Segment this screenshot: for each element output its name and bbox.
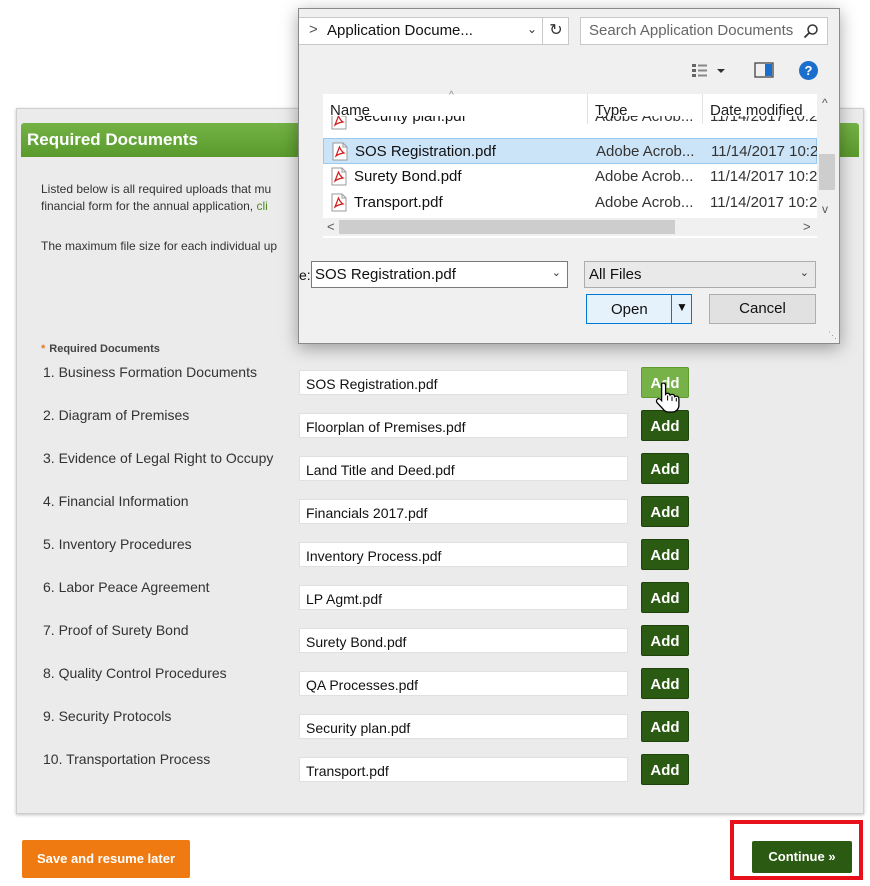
view-options-icon[interactable] <box>691 61 727 79</box>
intro-line-2: financial form for the annual applicatio… <box>41 199 257 213</box>
file-name: Security plan.pdf <box>354 116 466 125</box>
file-date: 11/14/2017 10:2 <box>711 143 819 160</box>
scroll-down-icon[interactable]: v <box>822 202 828 216</box>
document-file-field[interactable]: SOS Registration.pdf <box>299 370 628 395</box>
file-type-filter[interactable]: All Files ⌄ <box>584 261 816 288</box>
search-input[interactable]: Search Application Documents <box>580 17 828 45</box>
open-label: Open <box>611 301 648 318</box>
file-row[interactable]: SOS Registration.pdf Adobe Acrob... 11/14/… <box>323 138 819 164</box>
address-bar[interactable]: > Application Docume... ⌄ <box>299 17 569 45</box>
open-split-divider <box>671 295 672 323</box>
add-document-button[interactable]: Add <box>641 711 689 742</box>
open-dropdown-icon[interactable]: ▼ <box>676 300 688 314</box>
add-document-button[interactable]: Add <box>641 496 689 527</box>
pdf-file-icon <box>331 193 347 212</box>
required-label-text: Required Documents <box>49 343 160 355</box>
help-icon[interactable]: ? <box>799 61 818 80</box>
document-file-field[interactable]: Inventory Process.pdf <box>299 542 628 567</box>
required-star: * <box>41 343 46 355</box>
document-label: 4. Financial Information <box>43 493 189 509</box>
filter-value: All Files <box>589 266 642 283</box>
document-file-field[interactable]: Transport.pdf <box>299 757 628 782</box>
document-label: 2. Diagram of Premises <box>43 407 190 423</box>
document-label: 10. Transportation Process <box>43 751 211 767</box>
file-name: Surety Bond.pdf <box>354 168 462 185</box>
document-label: 1. Business Formation Documents <box>43 364 257 380</box>
file-name: Transport.pdf <box>354 194 443 211</box>
filename-value: SOS Registration.pdf <box>315 266 456 283</box>
scroll-up-icon[interactable]: ^ <box>822 96 828 110</box>
document-label: 8. Quality Control Procedures <box>43 665 227 681</box>
document-file-field[interactable]: Floorplan of Premises.pdf <box>299 413 628 438</box>
file-list: ^ Name Type Date modified Security plan.… <box>323 90 819 238</box>
vertical-scrollbar[interactable]: ^ v <box>817 94 837 224</box>
add-document-button[interactable]: Add <box>641 410 689 441</box>
file-row[interactable]: Transport.pdf Adobe Acrob... 11/14/2017 10… <box>323 190 817 216</box>
document-file-field[interactable]: Land Title and Deed.pdf <box>299 456 628 481</box>
horizontal-scrollbar[interactable]: < > <box>323 218 817 236</box>
document-label: 6. Labor Peace Agreement <box>43 579 210 595</box>
hand-cursor-icon <box>655 382 680 413</box>
file-type: Adobe Acrob... <box>595 168 694 185</box>
horizontal-scroll-thumb[interactable] <box>339 220 675 234</box>
add-document-button[interactable]: Add <box>641 582 689 613</box>
cancel-button[interactable]: Cancel <box>709 294 816 324</box>
add-document-button[interactable]: Add <box>641 453 689 484</box>
file-type: Adobe Acrob... <box>595 116 694 125</box>
document-file-field[interactable]: Security plan.pdf <box>299 714 628 739</box>
intro-text: Listed below is all required uploads tha… <box>41 181 301 215</box>
scroll-left-icon[interactable]: < <box>327 218 335 236</box>
preview-pane-icon[interactable] <box>754 61 774 79</box>
refresh-icon[interactable]: ↻ <box>542 17 569 45</box>
document-label: 3. Evidence of Legal Right to Occupy <box>43 450 274 466</box>
address-dropdown-icon[interactable]: ⌄ <box>527 22 537 36</box>
intro-line-1: Listed below is all required uploads tha… <box>41 182 272 196</box>
document-file-field[interactable]: QA Processes.pdf <box>299 671 628 696</box>
filename-label: e: <box>299 267 311 283</box>
continue-highlight-box <box>730 820 863 880</box>
file-date: 11/14/2017 10:2 <box>710 194 818 211</box>
required-documents-label: * Required Documents <box>41 343 160 355</box>
file-date: 11/14/2017 10:2 <box>710 168 818 185</box>
document-file-field[interactable]: Financials 2017.pdf <box>299 499 628 524</box>
save-and-resume-button[interactable]: Save and resume later <box>22 840 190 878</box>
file-row[interactable]: Surety Bond.pdf Adobe Acrob... 11/14/2017 … <box>323 164 817 190</box>
intro-link[interactable]: cli <box>256 199 267 213</box>
vertical-scroll-thumb[interactable] <box>819 154 835 190</box>
add-document-button[interactable]: Add <box>641 625 689 656</box>
file-open-dialog: > Application Docume... ⌄ ↻ Search Appli… <box>298 8 840 344</box>
scroll-right-icon[interactable]: > <box>803 218 811 236</box>
document-label: 9. Security Protocols <box>43 708 172 724</box>
pdf-file-icon <box>331 167 347 186</box>
file-type: Adobe Acrob... <box>595 194 694 211</box>
address-separator: > <box>309 21 318 38</box>
document-file-field[interactable]: LP Agmt.pdf <box>299 585 628 610</box>
file-type: Adobe Acrob... <box>596 143 695 160</box>
filter-dropdown-icon[interactable]: ⌄ <box>800 266 809 279</box>
add-document-button[interactable]: Add <box>641 539 689 570</box>
search-icon[interactable] <box>803 23 819 39</box>
pdf-file-icon <box>332 142 348 161</box>
max-size-text: The maximum file size for each individua… <box>41 239 278 253</box>
open-button[interactable]: Open ▼ <box>586 294 692 324</box>
sort-caret-icon: ^ <box>449 90 454 101</box>
file-row[interactable]: Security plan.pdf Adobe Acrob... 11/14/201… <box>323 116 817 134</box>
document-label: 5. Inventory Procedures <box>43 536 192 552</box>
add-document-button[interactable]: Add <box>641 668 689 699</box>
file-date: 11/14/2017 10:2 <box>710 116 817 125</box>
document-file-field[interactable]: Surety Bond.pdf <box>299 628 628 653</box>
document-label: 7. Proof of Surety Bond <box>43 622 189 638</box>
add-document-button[interactable]: Add <box>641 754 689 785</box>
panel-title: Required Documents <box>27 130 198 149</box>
resize-grip-icon[interactable]: ⋱ <box>828 330 837 341</box>
file-name: SOS Registration.pdf <box>355 143 496 160</box>
filename-input[interactable]: SOS Registration.pdf ⌄ <box>311 261 568 288</box>
filename-dropdown-icon[interactable]: ⌄ <box>552 266 561 279</box>
search-placeholder: Search Application Documents <box>589 22 794 39</box>
pdf-file-icon <box>331 116 347 130</box>
address-path: Application Docume... <box>327 22 473 39</box>
